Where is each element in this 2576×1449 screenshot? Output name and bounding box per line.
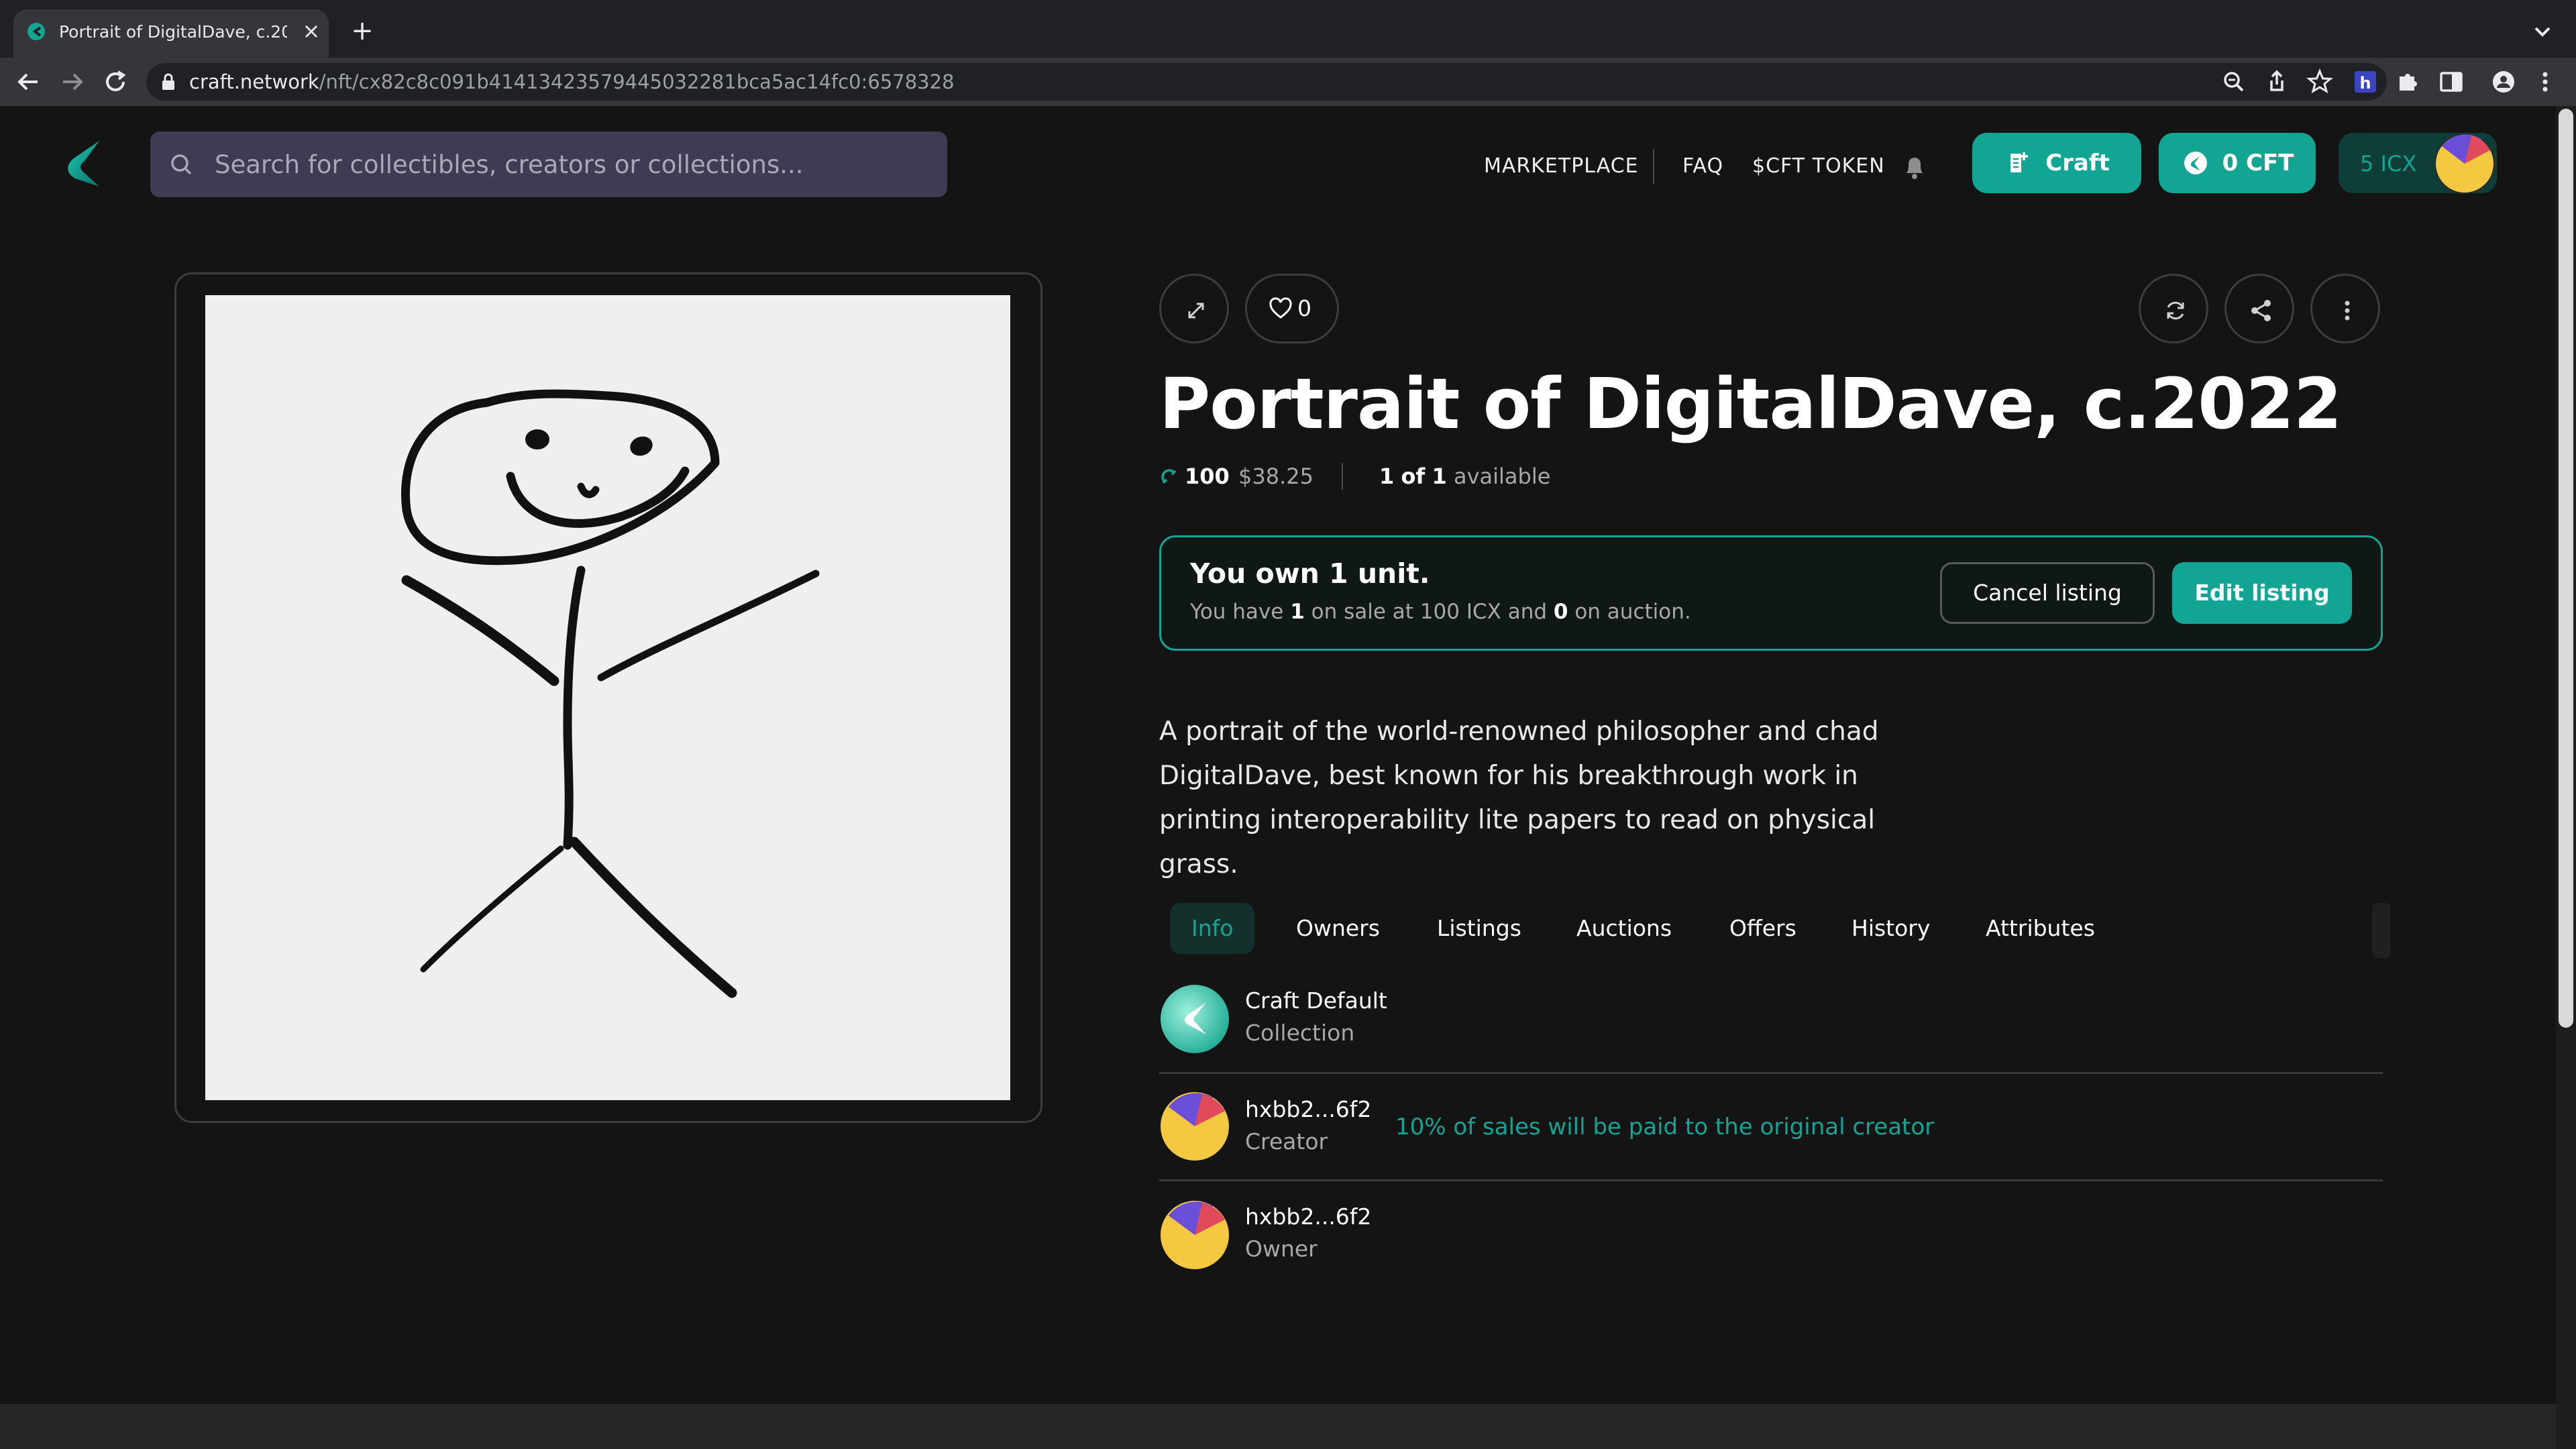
footer [0, 1404, 2556, 1449]
icx-balance: 5 ICX [2360, 151, 2417, 176]
royalty-note: 10% of sales will be paid to the origina… [1395, 1114, 1935, 1140]
user-avatar[interactable] [2434, 133, 2496, 195]
edit-listing-button[interactable]: Edit listing [2172, 562, 2352, 624]
browser-menu-icon[interactable] [2530, 67, 2560, 97]
creator-label: Creator [1245, 1128, 1328, 1155]
craft-button[interactable]: Craft [1972, 133, 2141, 193]
reload-icon[interactable] [99, 66, 131, 98]
craft-button-label: Craft [2045, 150, 2110, 176]
row-divider [1159, 1179, 2383, 1181]
tab-title: Portrait of DigitalDave, c.2022 [59, 22, 287, 42]
back-arrow-icon[interactable] [12, 66, 44, 98]
availability-total: 1 [1432, 464, 1447, 489]
price-usd: $38.25 [1238, 464, 1313, 489]
extensions-puzzle-icon[interactable] [2394, 67, 2423, 97]
refresh-icon [2167, 301, 2184, 320]
tab-offers[interactable]: Offers [1708, 903, 1818, 954]
availability-count: 1 [1379, 464, 1395, 489]
search-input[interactable]: Search for collectibles, creators or col… [215, 149, 926, 181]
chevron-down-icon[interactable] [2529, 20, 2556, 44]
craft-logo-icon[interactable] [60, 138, 107, 189]
cft-coin-icon [2184, 152, 2207, 174]
auction-count: 0 [1553, 600, 1568, 624]
url-text[interactable]: craft.network/nft/cx82c8c091b41413423579… [189, 67, 955, 97]
nav-cft-token[interactable]: $CFT TOKEN [1752, 153, 1885, 180]
url-host: craft.network [189, 70, 319, 93]
tab-info[interactable]: Info [1170, 903, 1255, 954]
creator-name[interactable]: hxbb2...6f2 [1245, 1095, 1371, 1124]
tab-owners[interactable]: Owners [1275, 903, 1401, 954]
like-count: 0 [1297, 295, 1311, 321]
tab-attributes[interactable]: Attributes [1964, 903, 2116, 954]
ownership-summary: You have 1 on sale at 100 ICX and 0 on a… [1190, 597, 1691, 627]
availability-of: of [1401, 464, 1426, 489]
availability-suffix: available [1453, 464, 1551, 489]
cft-balance-button[interactable]: 0 CFT [2159, 133, 2316, 193]
on-sale-count: 1 [1290, 600, 1305, 624]
stick-figure-artwork[interactable] [205, 295, 1010, 1100]
scrollbar-thumb[interactable] [2559, 109, 2573, 1028]
ownership-mid: on sale at 100 ICX and [1311, 600, 1548, 624]
close-tab-icon[interactable]: × [299, 19, 323, 43]
nav-marketplace[interactable]: MARKETPLACE [1484, 153, 1639, 180]
share-icon [2251, 300, 2271, 321]
icx-logo-icon [1161, 469, 1177, 484]
item-description: A portrait of the world-renowned philoso… [1159, 716, 1879, 879]
ownership-suffix: on auction. [1574, 600, 1691, 624]
nav-faq[interactable]: FAQ [1682, 153, 1723, 180]
owner-avatar[interactable] [1159, 1199, 1230, 1271]
tab-auctions[interactable]: Auctions [1555, 903, 1693, 954]
forward-arrow-icon[interactable] [56, 66, 89, 98]
search-icon [171, 154, 192, 175]
tab-history[interactable]: History [1830, 903, 1951, 954]
ownership-title: You own 1 unit. [1190, 557, 1430, 590]
craft-favicon-icon [28, 23, 45, 40]
more-vertical-icon [2345, 301, 2350, 321]
collection-name[interactable]: Craft Default [1245, 986, 1387, 1016]
side-panel-icon[interactable] [2436, 67, 2466, 97]
price-icx: 100 [1185, 464, 1230, 489]
bell-icon[interactable] [1901, 152, 1928, 181]
tabs-scroll-indicator[interactable] [2372, 903, 2391, 958]
new-tab-icon[interactable]: + [349, 17, 376, 44]
owner-name[interactable]: hxbb2...6f2 [1245, 1202, 1371, 1232]
extension-h-icon[interactable]: h [2351, 67, 2380, 97]
availability: 1 of 1 available [1379, 462, 1550, 491]
creator-avatar[interactable] [1159, 1091, 1230, 1162]
row-divider [1159, 1072, 2383, 1074]
more-options-button[interactable] [2310, 274, 2380, 343]
item-title: Portrait of DigitalDave, c.2022 [1159, 363, 2342, 445]
nav-divider [1653, 149, 1654, 184]
lock-icon[interactable] [161, 72, 176, 91]
svg-text:h: h [2359, 74, 2371, 93]
profile-icon[interactable] [2489, 67, 2518, 97]
fullscreen-button[interactable] [1159, 274, 1229, 343]
owner-label: Owner [1245, 1236, 1318, 1262]
tab-strip [0, 0, 2576, 58]
collection-label: Collection [1245, 1020, 1355, 1046]
share-page-icon[interactable] [2262, 67, 2292, 97]
price-divider [1342, 463, 1343, 490]
ownership-prefix: You have [1190, 600, 1284, 624]
share-button[interactable] [2224, 274, 2294, 343]
cft-balance-label: 0 CFT [2222, 150, 2294, 176]
heart-icon [1269, 297, 1292, 319]
expand-icon [1188, 303, 1204, 319]
url-path: /nft/cx82c8c091b41413423579445032281bca5… [319, 70, 955, 93]
zoom-icon[interactable] [2219, 67, 2249, 97]
create-document-icon [2010, 152, 2029, 172]
tab-listings[interactable]: Listings [1415, 903, 1543, 954]
collection-avatar[interactable] [1159, 983, 1230, 1055]
refresh-button[interactable] [2139, 274, 2208, 343]
bookmark-star-icon[interactable] [2305, 67, 2334, 97]
cancel-listing-button[interactable]: Cancel listing [1940, 562, 2155, 624]
